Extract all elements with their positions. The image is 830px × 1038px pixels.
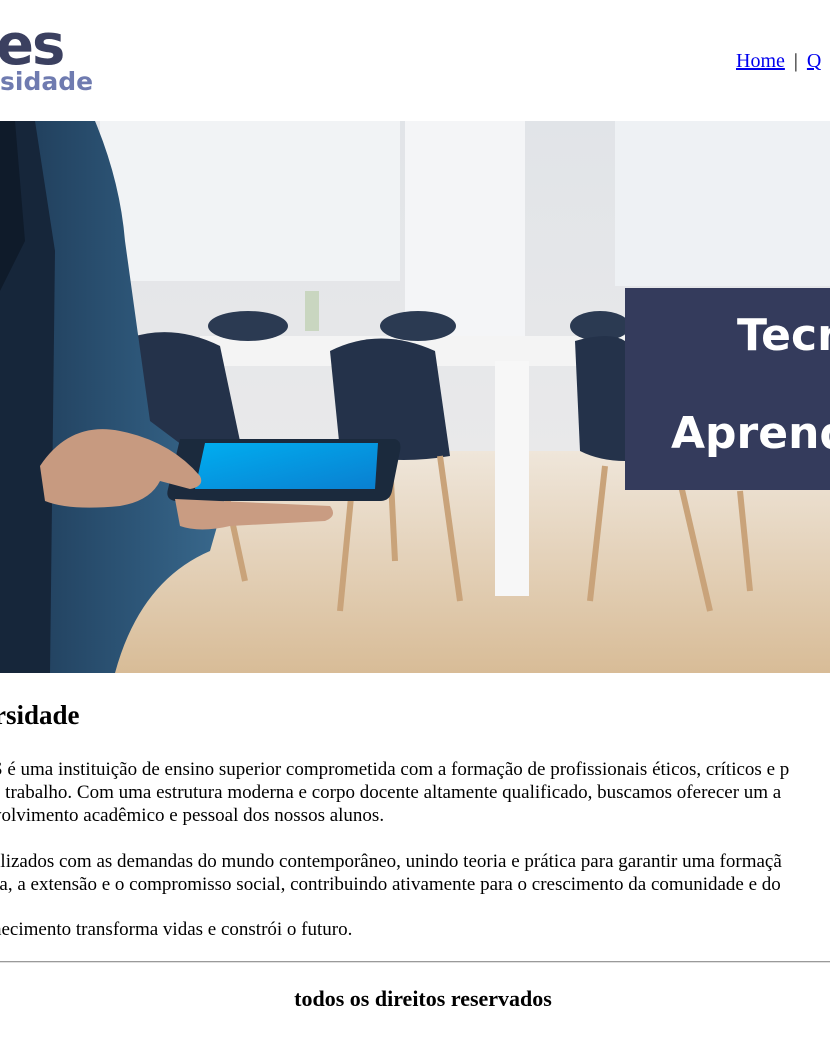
footer-divider bbox=[0, 961, 830, 963]
hero-banner-line2: Aprend bbox=[671, 408, 830, 459]
nav-separator: | bbox=[793, 50, 798, 72]
about-paragraph-1-line-1: S é uma instituição de ensino superior c… bbox=[0, 759, 790, 780]
about-paragraph-2-line-1: alizados com as demandas do mundo contem… bbox=[0, 851, 782, 872]
main-nav: Home | Q bbox=[736, 49, 821, 73]
nav-link-next[interactable]: Q bbox=[807, 50, 821, 72]
hero-banner-line1: Tecn bbox=[737, 310, 830, 361]
hero-image: Tecn Aprend bbox=[0, 121, 830, 673]
site-header: es sidade Home | Q bbox=[0, 0, 830, 121]
about-paragraph-1-line-3: volvimento acadêmico e pessoal dos nosso… bbox=[0, 805, 385, 826]
logo-wordmark-top: es bbox=[0, 13, 65, 78]
about-paragraph-3-line-1: hecimento transforma vidas e constrói o … bbox=[0, 919, 353, 940]
logo[interactable]: es sidade bbox=[0, 18, 96, 98]
about-paragraph-1-line-2: e trabalho. Com uma estrutura moderna e … bbox=[0, 782, 782, 803]
logo-wordmark-bottom: sidade bbox=[0, 67, 94, 96]
footer-copyright: todos os direitos reservados bbox=[294, 986, 552, 1011]
hero-banner: Tecn Aprend bbox=[625, 288, 830, 490]
page: es sidade Home | Q Tec Apren rsidade S é… bbox=[0, 0, 830, 1038]
about-title: rsidade bbox=[0, 700, 80, 730]
nav-link-home[interactable]: Home bbox=[736, 50, 785, 72]
about-paragraph-2-line-2: sa, a extensão e o compromisso social, c… bbox=[0, 874, 781, 895]
